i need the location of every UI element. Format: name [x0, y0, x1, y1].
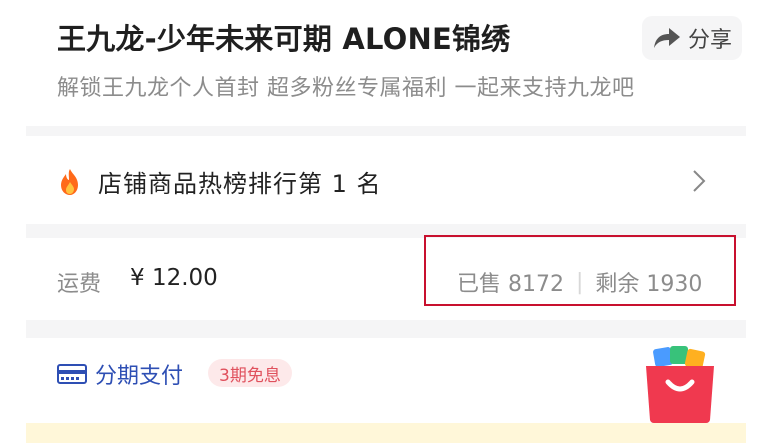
highlight-annotation-box — [424, 235, 736, 306]
share-button[interactable]: 分享 — [642, 16, 742, 60]
product-title: 王九龙-少年未来可期 ALONE锦绣 — [57, 22, 511, 56]
product-subtitle: 解锁王九龙个人首封 超多粉丝专属福利 一起来支持九龙吧 — [57, 76, 635, 101]
shipping-value: ¥ 12.00 — [130, 265, 218, 291]
bottom-notice-bar — [26, 423, 746, 443]
share-label: 分享 — [687, 28, 732, 53]
card-icon — [57, 364, 87, 384]
section-divider — [26, 320, 746, 338]
section-divider — [26, 126, 746, 136]
shopping-bag-icon[interactable] — [640, 344, 720, 424]
fire-icon — [61, 169, 78, 195]
chevron-right-icon[interactable] — [692, 169, 706, 193]
installment-badge: 3期免息 — [208, 359, 292, 387]
shipping-label: 运费 — [57, 272, 102, 297]
installment-label[interactable]: 分期支付 — [95, 358, 183, 390]
share-arrow-icon — [653, 28, 680, 48]
ranking-row[interactable]: 店铺商品热榜排行第 1 名 — [26, 136, 746, 224]
ranking-text: 店铺商品热榜排行第 1 名 — [98, 170, 382, 198]
